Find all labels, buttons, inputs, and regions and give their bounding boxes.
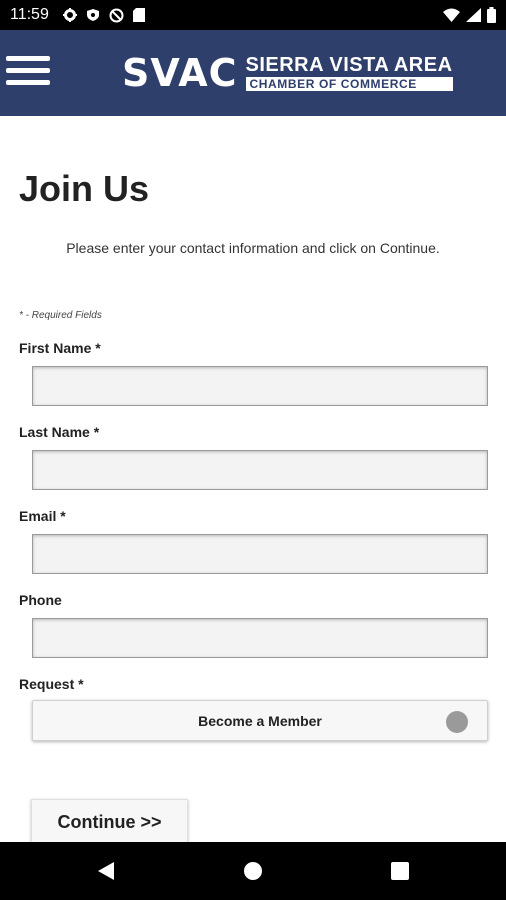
first-name-label: First Name *: [19, 340, 101, 356]
menu-icon-bar: [6, 68, 50, 73]
no-data-icon: [109, 8, 124, 23]
status-bar: 11:59: [0, 0, 506, 30]
logo-text: SIERRA VISTA AREA CHAMBER OF COMMERCE: [245, 54, 453, 91]
menu-icon-bar: [6, 56, 50, 61]
menu-button[interactable]: [6, 50, 50, 90]
request-label: Request *: [19, 676, 84, 692]
sd-card-icon: [132, 8, 145, 22]
logo-line1: SIERRA VISTA AREA: [245, 54, 453, 76]
home-icon[interactable]: [241, 859, 265, 883]
wifi-icon: [443, 8, 460, 22]
page-title: Join Us: [19, 168, 150, 209]
logo-line2: CHAMBER OF COMMERCE: [245, 77, 453, 91]
request-selected-value: Become a Member: [198, 712, 322, 729]
back-icon[interactable]: [94, 859, 118, 883]
recents-icon[interactable]: [388, 859, 412, 883]
dropdown-indicator-icon: [446, 711, 468, 733]
instructions-text: Please enter your contact information an…: [66, 240, 440, 256]
cell-signal-icon: [466, 8, 481, 22]
shield-icon: [86, 8, 100, 22]
first-name-field[interactable]: [32, 366, 488, 406]
required-fields-note: * - Required Fields: [19, 310, 102, 321]
status-icons-left: [62, 8, 145, 23]
gear-icon: [62, 8, 77, 22]
status-icons-right: [443, 7, 496, 23]
phone-field[interactable]: [32, 618, 488, 658]
phone-label: Phone: [19, 592, 62, 608]
chamber-logo[interactable]: SVAC SIERRA VISTA AREA CHAMBER OF COMMER…: [122, 48, 453, 98]
navigation-bar: [0, 842, 506, 900]
logo-main: SVAC: [122, 51, 238, 95]
app-header: SVAC SIERRA VISTA AREA CHAMBER OF COMMER…: [0, 30, 506, 116]
request-select[interactable]: Become a Member: [32, 700, 488, 741]
email-field[interactable]: [32, 534, 488, 574]
last-name-field[interactable]: [32, 450, 488, 490]
battery-icon: [487, 7, 496, 23]
last-name-label: Last Name *: [19, 424, 100, 440]
menu-icon-bar: [6, 80, 50, 85]
status-time: 11:59: [10, 6, 49, 23]
email-label: Email *: [19, 508, 66, 524]
continue-button[interactable]: Continue >>: [31, 799, 188, 845]
